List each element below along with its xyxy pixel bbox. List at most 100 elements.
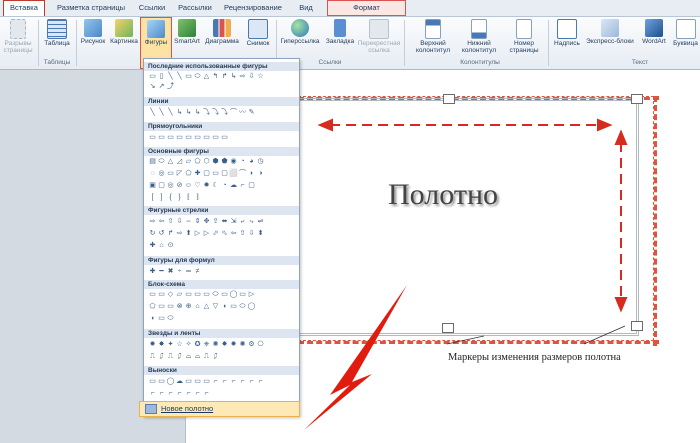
shape-icon[interactable]: ↺: [157, 229, 166, 238]
shape-icon[interactable]: ⇪: [211, 217, 220, 226]
shape-icon[interactable]: ⎔: [256, 340, 265, 349]
shape-icon[interactable]: ▷: [193, 229, 202, 238]
shape-icon[interactable]: ⬭: [238, 302, 247, 311]
shape-icon[interactable]: ⤴: [166, 82, 175, 91]
shape-icon[interactable]: ⬭: [166, 314, 175, 323]
shape-icon[interactable]: ⌓: [184, 352, 193, 361]
shape-icon[interactable]: ☺: [184, 181, 193, 190]
shape-icon[interactable]: ▭: [193, 290, 202, 299]
shape-icon[interactable]: ◎: [166, 181, 175, 190]
shape-icon[interactable]: ◌: [148, 169, 157, 178]
shape-icon[interactable]: ▭: [193, 377, 202, 386]
shape-icon[interactable]: ⇦: [229, 229, 238, 238]
shape-row[interactable]: ⌐ ⌐ ⌐ ⌐ ⌐ ⌐ ⌐: [148, 389, 211, 398]
shape-icon[interactable]: ↗: [157, 82, 166, 91]
shape-icon[interactable]: ✖: [166, 267, 175, 276]
shape-icon[interactable]: ⤶: [238, 217, 247, 226]
shape-icon[interactable]: ⌂: [157, 241, 166, 250]
shape-icon[interactable]: ╲: [157, 108, 166, 117]
shape-row[interactable]: ▭ ▭ ◇ ▱ ▭ ▭ ▭ ⬭ ▭ ◯ ▭ ▷: [148, 290, 256, 299]
shape-icon[interactable]: ◖: [220, 302, 229, 311]
shape-icon[interactable]: ↳: [193, 108, 202, 117]
shape-icon[interactable]: ⇌: [256, 217, 265, 226]
shape-icon[interactable]: ◇: [166, 290, 175, 299]
shape-icon[interactable]: ▭: [157, 133, 166, 142]
shape-icon[interactable]: ✦: [166, 340, 175, 349]
shape-icon[interactable]: ◔: [220, 181, 229, 190]
shape-icon[interactable]: ⇦: [157, 217, 166, 226]
shape-icon[interactable]: ÷: [175, 267, 184, 276]
shape-icon[interactable]: ▭: [229, 302, 238, 311]
shape-row[interactable]: ▣ ▢ ◎ ⊘ ☺ ♡ ✹ ☾ ◔ ☁ ⌐ ▢: [148, 181, 256, 190]
shape-icon[interactable]: ◯: [166, 377, 175, 386]
shape-icon[interactable]: ⇕: [193, 217, 202, 226]
shape-icon[interactable]: ⬡: [202, 157, 211, 166]
shape-icon[interactable]: ▭: [220, 133, 229, 142]
shape-row[interactable]: ◖ ▭ ⬭: [148, 314, 175, 323]
shape-icon[interactable]: ▭: [184, 72, 193, 81]
shape-icon[interactable]: ✸: [220, 340, 229, 349]
shape-icon[interactable]: ⌐: [211, 377, 220, 386]
shape-row[interactable]: ✹ ✸ ✦ ☆ ✧ ✪ ⎈ ✺ ✸ ✹ ✺ ⚙ ⎔: [148, 340, 265, 349]
shape-icon[interactable]: ▯: [157, 72, 166, 81]
shape-icon[interactable]: ⎎: [157, 352, 166, 361]
shape-icon[interactable]: ⌐: [166, 389, 175, 398]
shape-icon[interactable]: ◯: [229, 290, 238, 299]
shape-row[interactable]: ◌ ◎ ▭ ◸ ⬠ ✚ ▢ ▭ ▢ ⬜ ⌒ ◗ ◑: [148, 169, 265, 178]
shape-icon[interactable]: ✎: [247, 108, 256, 117]
shape-icon[interactable]: ⇲: [229, 217, 238, 226]
shape-icon[interactable]: ▭: [184, 290, 193, 299]
shape-icon[interactable]: ↳: [229, 72, 238, 81]
shape-icon[interactable]: ▭: [148, 72, 157, 81]
shape-icon[interactable]: ≠: [193, 267, 202, 276]
shape-icon[interactable]: ⌐: [220, 377, 229, 386]
shape-row[interactable]: ▭ ▭ ◯ ☁ ▭ ▭ ▭ ⌐ ⌐ ⌐ ⌐ ⌐ ⌐: [148, 377, 265, 386]
shape-row[interactable]: ↘ ↗ ⤴: [148, 82, 175, 91]
shape-icon[interactable]: ▭: [211, 133, 220, 142]
shape-icon[interactable]: △: [166, 157, 175, 166]
shape-icon[interactable]: ▢: [220, 169, 229, 178]
shape-icon[interactable]: ⤵: [202, 108, 211, 117]
shape-icon[interactable]: ↱: [166, 229, 175, 238]
shape-icon[interactable]: ▭: [157, 314, 166, 323]
shape-icon[interactable]: ⇧: [166, 217, 175, 226]
shape-icon[interactable]: ╲: [148, 108, 157, 117]
shape-icon[interactable]: ⌓: [193, 352, 202, 361]
shape-icon[interactable]: ✚: [148, 241, 157, 250]
shape-icon[interactable]: ✹: [202, 181, 211, 190]
shape-icon[interactable]: ⌒: [229, 108, 238, 117]
shape-icon[interactable]: ⬭: [193, 72, 202, 81]
shape-icon[interactable]: ◿: [175, 157, 184, 166]
shape-icon[interactable]: ⇔: [184, 217, 193, 226]
shape-icon[interactable]: ▭: [202, 133, 211, 142]
shape-icon[interactable]: ⬜: [229, 169, 238, 178]
new-canvas-menu-item[interactable]: Новое полотно: [139, 401, 300, 417]
shape-icon[interactable]: ▤: [148, 157, 157, 166]
shape-icon[interactable]: ▭: [148, 377, 157, 386]
shape-icon[interactable]: ▭: [166, 133, 175, 142]
shape-icon[interactable]: ⎎: [211, 352, 220, 361]
shape-icon[interactable]: ▭: [166, 302, 175, 311]
shape-icon[interactable]: ✹: [148, 340, 157, 349]
shape-icon[interactable]: ⬠: [184, 169, 193, 178]
shape-icon[interactable]: ◉: [229, 157, 238, 166]
shape-icon[interactable]: ✪: [193, 340, 202, 349]
shape-row[interactable]: []{} ⁅ ⁆: [148, 193, 202, 202]
shape-icon[interactable]: ⌐: [184, 389, 193, 398]
shape-icon[interactable]: ⇩: [247, 229, 256, 238]
shape-icon[interactable]: ⤵: [211, 108, 220, 117]
shape-icon[interactable]: ═: [184, 267, 193, 276]
shape-icon[interactable]: ⌐: [229, 377, 238, 386]
shape-icon[interactable]: △: [202, 72, 211, 81]
shape-icon[interactable]: ⌐: [148, 389, 157, 398]
shape-icon[interactable]: ⌐: [238, 377, 247, 386]
shape-icon[interactable]: ⌐: [247, 377, 256, 386]
shape-row[interactable]: ╲ ╲ ╲ ↳ ↳ ↳ ⤵ ⤵ ⤵ ⌒ 〰 ✎: [148, 108, 256, 117]
shape-icon[interactable]: ⌐: [193, 389, 202, 398]
shape-icon[interactable]: ✺: [211, 340, 220, 349]
shape-icon[interactable]: ◗: [247, 169, 256, 178]
shape-icon[interactable]: ▭: [166, 169, 175, 178]
shape-icon[interactable]: ◔: [238, 157, 247, 166]
shape-icon[interactable]: ⌐: [157, 389, 166, 398]
shape-icon[interactable]: 〰: [238, 108, 247, 117]
